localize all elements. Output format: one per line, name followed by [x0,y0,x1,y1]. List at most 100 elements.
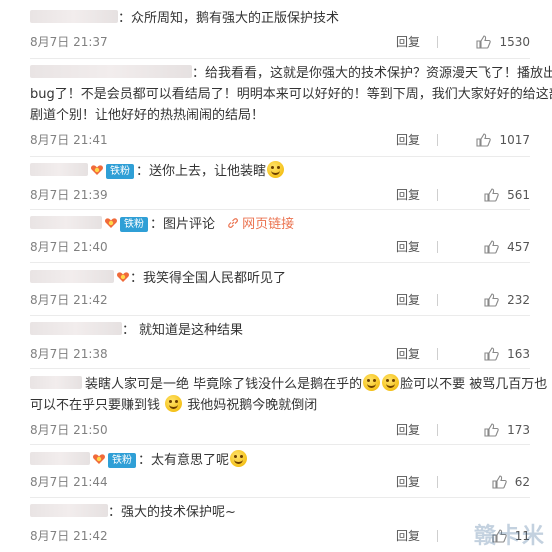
colon: ： [108,505,122,520]
username-blurred[interactable] [30,216,102,229]
like-button[interactable]: 457 [450,237,530,257]
reply-button[interactable]: 回复 [396,344,420,364]
reply-button[interactable]: 回复 [396,32,420,52]
like-count: 163 [507,347,530,361]
colon: ： [138,453,152,468]
divider [30,368,530,369]
grin-emoji-icon [382,374,400,391]
divider [30,209,530,210]
thumbs-up-icon [476,133,492,147]
like-count: 62 [514,475,530,489]
fan-heart-icon [116,270,130,284]
reply-button[interactable]: 回复 [396,185,420,205]
thumbs-up-icon [484,188,499,202]
smile-emoji-icon [267,161,285,178]
fan-heart-icon [104,216,118,230]
site-watermark: 赣卡米 [473,524,546,549]
username-blurred[interactable] [30,504,108,517]
colon: ： [150,217,164,232]
like-button[interactable]: 173 [450,420,530,440]
fan-badge: 铁粉 [106,164,134,179]
divider [30,444,530,445]
reply-button[interactable]: 回复 [396,472,420,492]
comment-text: 强大的技术保护呢~ [121,505,236,520]
comment-time: 8月7日 21:38 [30,347,108,361]
comment-text: 脸可以不要 被骂几百万也 [400,377,548,392]
grin-emoji-icon [165,395,183,412]
thumbs-up-icon [484,293,499,307]
like-button[interactable]: 1530 [450,32,530,52]
colon: ： [118,11,132,26]
divider [437,36,438,48]
like-button[interactable]: 1017 [450,130,530,150]
link-icon [228,218,239,228]
thumbs-up-icon [476,35,492,49]
comment-time: 8月7日 21:42 [30,529,108,543]
thumbs-up-icon [484,240,499,254]
comment-time: 8月7日 21:41 [30,133,108,147]
like-count: 457 [507,240,530,254]
colon: ： [136,164,150,179]
like-button[interactable]: 163 [450,344,530,364]
web-link[interactable]: 网页链接 [227,217,294,232]
username-blurred[interactable] [30,270,114,283]
divider [30,262,530,263]
comment-text: 可以不在乎只要赚到钱 [30,398,161,413]
thumbs-up-icon [484,347,499,361]
thumbs-up-icon [484,423,499,437]
comment-text: 送你上去，让他装瞎 [149,164,267,179]
comment-text: 我笑得全国人民都听见了 [143,271,287,286]
like-count: 561 [507,188,530,202]
comment-text: 剧道个别！让他好好的热热闹闹的结局！ [30,108,265,123]
comment-text: 装瞎人家可是一绝 毕竟除了钱没什么是鹅在乎的 [85,377,363,392]
username-blurred[interactable] [30,65,192,78]
like-button[interactable]: 62 [450,472,530,492]
fan-heart-icon [92,452,106,466]
comment-time: 8月7日 21:39 [30,188,108,202]
reply-button[interactable]: 回复 [396,130,420,150]
divider [30,497,530,498]
comment-text: 我他妈祝鹅今晚就倒闭 [187,398,318,413]
username-blurred[interactable] [30,376,82,389]
web-link-label: 网页链接 [242,217,295,232]
divider [437,530,438,542]
username-blurred[interactable] [30,163,88,176]
username-blurred[interactable] [30,10,118,23]
divider [437,189,438,201]
fan-badge: 铁粉 [120,217,148,232]
like-count: 232 [507,293,530,307]
comment-time: 8月7日 21:40 [30,240,108,254]
like-count: 1530 [499,35,530,49]
comment-text: 给我看看，这就是你强大的技术保护？资源漫天飞了！播放出 [205,66,552,81]
comment-time: 8月7日 21:37 [30,35,108,49]
divider [30,156,530,157]
fan-heart-icon [90,163,104,177]
colon: ： [192,66,206,81]
comment-text: 太有意思了呢 [151,453,230,468]
smile-emoji-icon [230,450,248,467]
divider [30,315,530,316]
thumbs-up-icon [492,475,507,489]
reply-button[interactable]: 回复 [396,290,420,310]
fan-badge: 铁粉 [108,453,136,468]
like-button[interactable]: 232 [450,290,530,310]
reply-button[interactable]: 回复 [396,237,420,257]
reply-button[interactable]: 回复 [396,526,420,546]
comment-text: 众所周知，鹅有强大的正版保护技术 [131,11,340,26]
colon: ： [130,271,144,286]
comment-time: 8月7日 21:50 [30,423,108,437]
username-blurred[interactable] [30,322,122,335]
comment-time: 8月7日 21:44 [30,475,108,489]
divider [437,424,438,436]
divider [437,241,438,253]
comment-text: 图片评论 [163,217,216,232]
divider [437,348,438,360]
like-count: 1017 [499,133,530,147]
like-button[interactable]: 561 [450,185,530,205]
comment-text: bug了！不是会员都可以看结局了！明明本来可以好好的！等到下周，我们大家好好的给… [30,87,552,102]
grin-emoji-icon [363,374,381,391]
username-blurred[interactable] [30,452,90,465]
divider [437,476,438,488]
reply-button[interactable]: 回复 [396,420,420,440]
divider [30,58,530,59]
